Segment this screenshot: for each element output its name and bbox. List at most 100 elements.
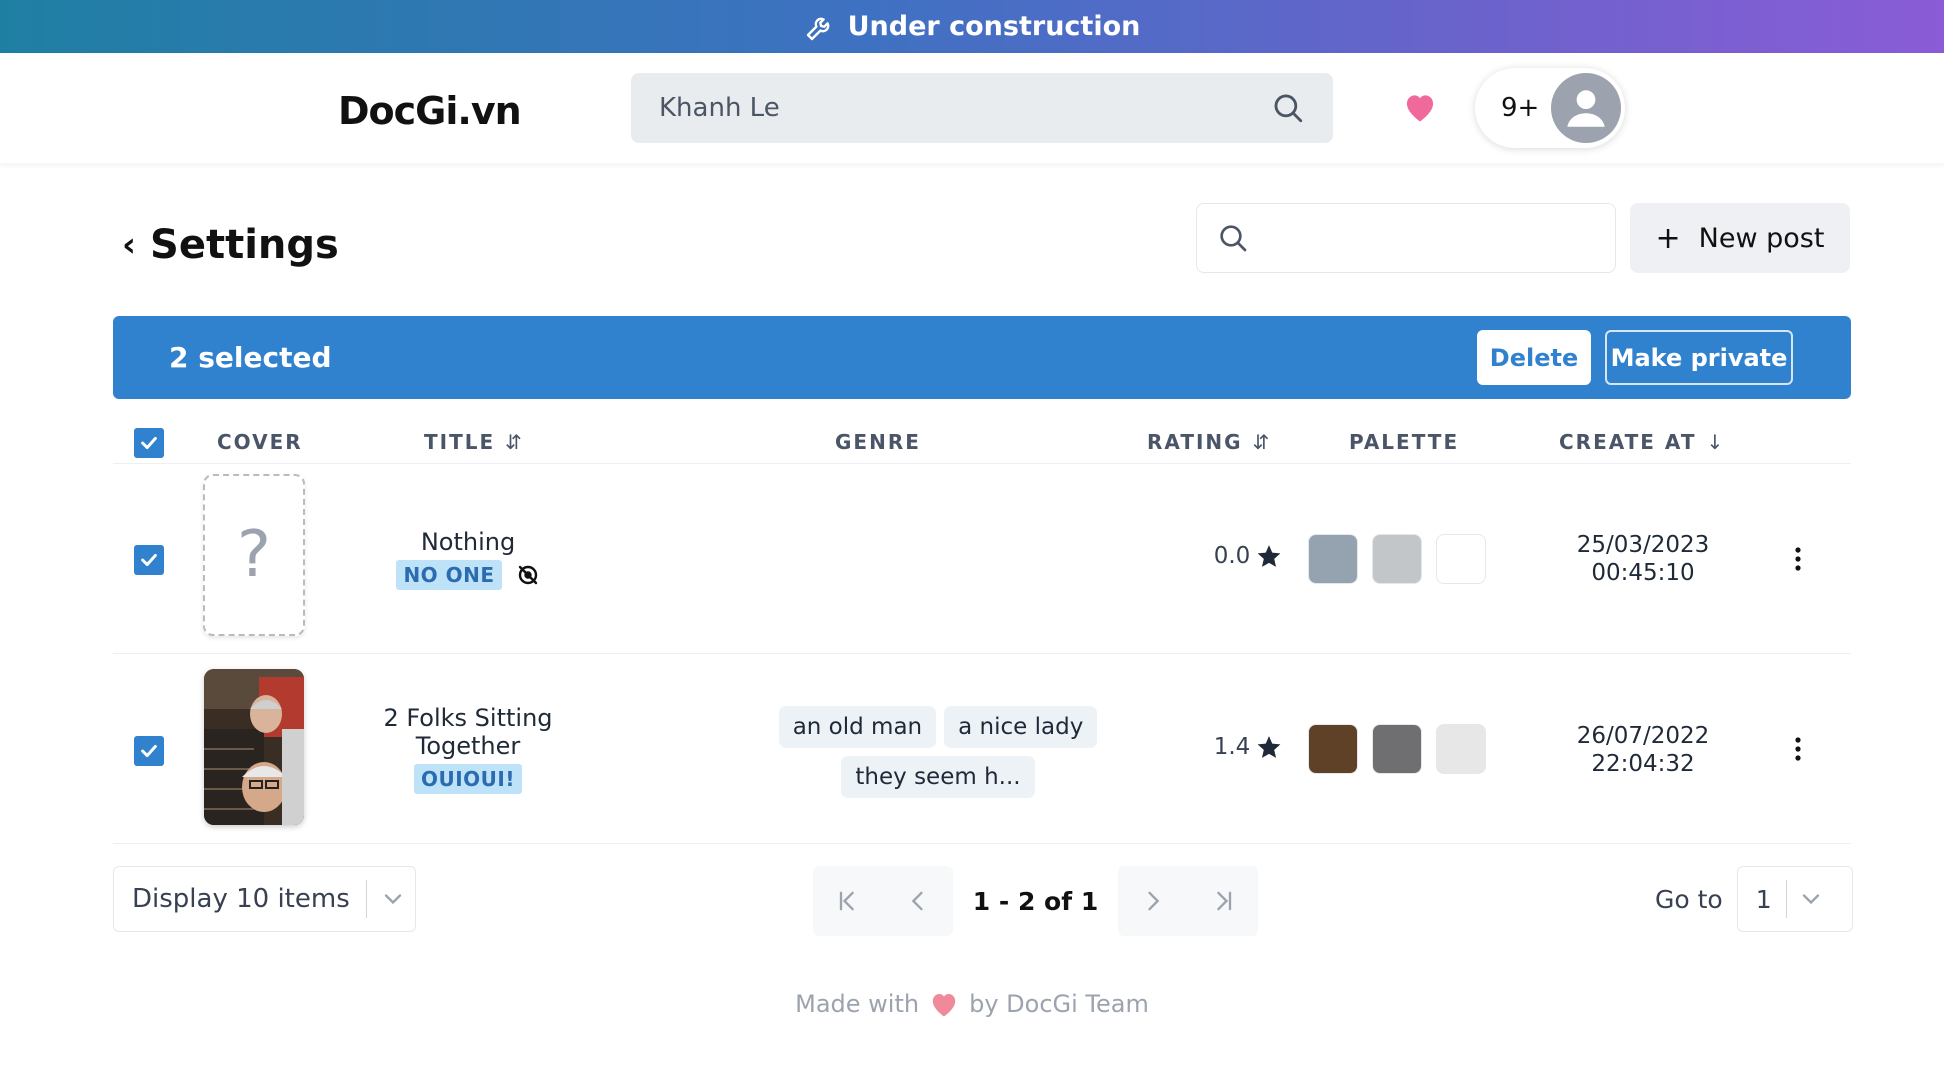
eye-off-icon [518, 565, 537, 585]
footer-text-after: by DocGi Team [969, 990, 1149, 1018]
last-page-icon[interactable] [1209, 887, 1237, 915]
created-at: 26/07/2022 22:04:32 [1513, 722, 1773, 778]
more-vertical-icon [1795, 547, 1801, 571]
sort-down-icon[interactable]: ↓ [1707, 430, 1726, 454]
search-icon[interactable] [1271, 91, 1305, 125]
rating-cell: 1.4 [1173, 734, 1323, 760]
page-size-select[interactable]: Display 10 items [113, 866, 416, 932]
rating-value: 0.0 [1213, 543, 1251, 569]
title-cell[interactable]: 2 Folks Sitting Together OUIOUI! [353, 704, 583, 794]
construction-banner: Under construction [0, 0, 1944, 53]
column-title[interactable]: TITLE ⇵ [424, 430, 524, 454]
table-search[interactable] [1196, 203, 1616, 273]
wrench-icon [806, 17, 829, 40]
sort-icon[interactable]: ⇵ [1253, 430, 1272, 454]
row-checkbox[interactable] [134, 545, 164, 575]
created-time: 00:45:10 [1591, 560, 1695, 586]
divider [365, 880, 367, 918]
delete-button[interactable]: Delete [1477, 330, 1591, 385]
selected-count: 2 selected [169, 341, 332, 374]
column-title-label: TITLE [424, 430, 496, 454]
heart-icon [932, 994, 956, 1017]
chevron-down-icon[interactable] [379, 885, 407, 913]
created-time: 22:04:32 [1591, 751, 1695, 777]
page-size-label: Display 10 items [132, 884, 350, 914]
column-palette-label: PALETTE [1349, 430, 1460, 454]
palette-swatches [1308, 724, 1486, 774]
global-search[interactable] [631, 73, 1333, 143]
plus-icon: + [1655, 220, 1681, 256]
table-search-input[interactable] [1263, 225, 1583, 251]
chevron-down-icon[interactable] [1797, 885, 1825, 913]
table-row[interactable]: 2 Folks Sitting Together OUIOUI! an old … [113, 654, 1851, 844]
title-cell[interactable]: Nothing NO ONE [353, 528, 583, 590]
row-checkbox[interactable] [134, 736, 164, 766]
go-to-page: Go to 1 [1655, 866, 1853, 932]
new-post-button[interactable]: + New post [1630, 203, 1850, 273]
select-all-checkbox[interactable] [134, 428, 164, 458]
column-create-at[interactable]: CREATE AT ↓ [1559, 430, 1725, 454]
checkmark-icon [141, 744, 157, 758]
column-rating[interactable]: RATING ⇵ [1147, 430, 1271, 454]
rating-cell: 0.0 [1173, 543, 1323, 569]
heart-icon[interactable] [1402, 91, 1438, 123]
palette-swatch [1436, 534, 1486, 584]
palette-swatches [1308, 534, 1486, 584]
palette-swatch [1436, 724, 1486, 774]
cover-image[interactable] [204, 669, 304, 825]
go-to-label: Go to [1655, 884, 1723, 914]
visibility-badge: OUIOUI! [414, 764, 522, 794]
table-row[interactable]: ? Nothing NO ONE 0.0 25/03/2023 00:45:10 [113, 464, 1851, 654]
chevron-left-icon[interactable] [904, 887, 932, 915]
chevron-right-icon[interactable] [1139, 887, 1167, 915]
genre-tag[interactable]: an old man [778, 706, 937, 748]
column-genre-label: GENRE [835, 430, 921, 454]
post-title[interactable]: 2 Folks Sitting [353, 704, 583, 732]
search-icon [1220, 225, 1247, 252]
divider [1785, 880, 1787, 918]
column-rating-label: RATING [1147, 430, 1243, 454]
cover-placeholder[interactable]: ? [203, 474, 305, 636]
genre-tag[interactable]: a nice lady [944, 706, 1098, 748]
column-genre: GENRE [835, 430, 921, 454]
site-logo[interactable]: DocGi.vn [338, 89, 522, 133]
palette-swatch [1372, 724, 1422, 774]
genre-tags: an old man a nice lady they seem h... [713, 706, 1163, 798]
top-header: DocGi.vn 9+ [0, 53, 1944, 163]
new-post-label: New post [1698, 222, 1825, 254]
row-menu-button[interactable] [1783, 729, 1813, 769]
rating-value: 1.4 [1213, 734, 1251, 760]
row-menu-button[interactable] [1783, 539, 1813, 579]
banner-text: Under construction [847, 11, 1141, 42]
go-to-value: 1 [1755, 884, 1772, 914]
go-to-select[interactable]: 1 [1736, 866, 1853, 932]
checkmark-icon [141, 553, 157, 567]
genre-tag[interactable]: they seem h... [841, 756, 1035, 798]
chevron-left-icon[interactable]: ‹ [122, 225, 136, 265]
user-icon [1567, 90, 1606, 127]
column-cover: COVER [217, 430, 303, 454]
global-search-input[interactable] [659, 93, 1271, 123]
pager-next-group [1118, 866, 1258, 936]
sort-icon[interactable]: ⇵ [505, 430, 524, 454]
footer-text-before: Made with [795, 990, 920, 1018]
make-private-button[interactable]: Make private [1605, 330, 1793, 385]
created-date: 26/07/2022 [1576, 723, 1710, 749]
created-at: 25/03/2023 00:45:10 [1513, 531, 1773, 587]
page-title: Settings [150, 222, 339, 268]
first-page-icon[interactable] [834, 887, 862, 915]
cover-photo [204, 669, 304, 825]
pager-prev-group [813, 866, 953, 936]
column-palette: PALETTE [1349, 430, 1459, 454]
post-title[interactable]: Nothing [353, 528, 583, 556]
back-to-settings[interactable]: ‹ Settings [122, 222, 339, 268]
pagination: 1 - 2 of 1 [813, 866, 1258, 936]
page-range: 1 - 2 of 1 [972, 886, 1099, 916]
avatar[interactable] [1551, 73, 1622, 143]
checkmark-icon [141, 436, 157, 450]
site-footer: Made with by DocGi Team [0, 990, 1944, 1018]
table-header: COVER TITLE ⇵ GENRE RATING ⇵ PALETTE CRE… [113, 420, 1851, 464]
notification-count: 9+ [1501, 93, 1540, 123]
user-menu[interactable]: 9+ [1475, 68, 1625, 148]
post-title-line2[interactable]: Together [353, 732, 583, 760]
